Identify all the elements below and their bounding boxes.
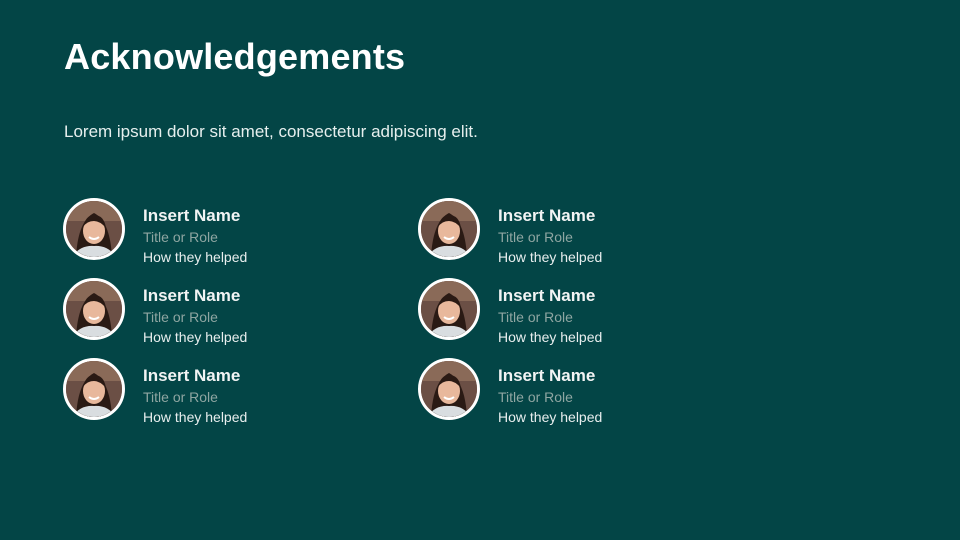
person-photo-icon	[421, 201, 477, 257]
slide-title: Acknowledgements	[64, 36, 406, 77]
person-contribution: How they helped	[498, 329, 603, 345]
person-role: Title or Role	[143, 389, 218, 405]
person-role: Title or Role	[143, 309, 218, 325]
person-photo-icon	[66, 361, 122, 417]
avatar	[418, 278, 480, 340]
slide-subtitle: Lorem ipsum dolor sit amet, consectetur …	[64, 122, 478, 141]
person-role: Title or Role	[498, 389, 573, 405]
person-card: Insert Name Title or Role How they helpe…	[63, 358, 383, 425]
person-card: Insert Name Title or Role How they helpe…	[418, 358, 738, 425]
person-contribution: How they helped	[498, 249, 603, 265]
person-contribution: How they helped	[498, 409, 603, 425]
person-photo-icon	[66, 201, 122, 257]
person-name: Insert Name	[498, 206, 596, 225]
avatar	[418, 358, 480, 420]
person-photo-icon	[421, 281, 477, 337]
avatar	[63, 358, 125, 420]
person-name: Insert Name	[143, 206, 241, 225]
person-name: Insert Name	[498, 286, 596, 305]
person-name: Insert Name	[143, 366, 241, 385]
avatar	[63, 198, 125, 260]
person-role: Title or Role	[143, 229, 218, 245]
person-name: Insert Name	[498, 366, 596, 385]
avatar	[63, 278, 125, 340]
person-photo-icon	[66, 281, 122, 337]
person-contribution: How they helped	[143, 409, 248, 425]
avatar	[418, 198, 480, 260]
person-role: Title or Role	[498, 229, 573, 245]
person-card: Insert Name Title or Role How they helpe…	[418, 198, 738, 265]
person-name: Insert Name	[143, 286, 241, 305]
person-card: Insert Name Title or Role How they helpe…	[418, 278, 738, 345]
slide: Acknowledgements Lorem ipsum dolor sit a…	[0, 0, 960, 540]
person-card: Insert Name Title or Role How they helpe…	[63, 198, 383, 265]
person-card: Insert Name Title or Role How they helpe…	[63, 278, 383, 345]
person-photo-icon	[421, 361, 477, 417]
person-contribution: How they helped	[143, 249, 248, 265]
person-role: Title or Role	[498, 309, 573, 325]
person-contribution: How they helped	[143, 329, 248, 345]
